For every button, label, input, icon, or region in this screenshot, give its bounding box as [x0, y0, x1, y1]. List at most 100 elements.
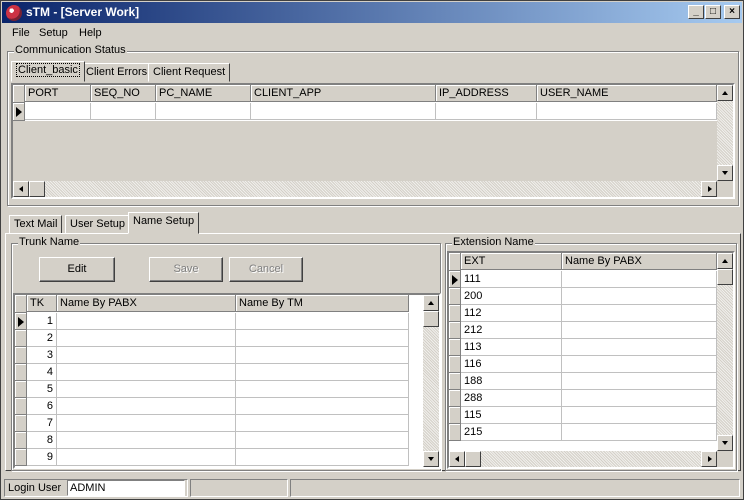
login-user-field[interactable]: ADMIN	[67, 480, 185, 496]
column-header-ext[interactable]: EXT	[461, 253, 562, 270]
scroll-right-button[interactable]	[701, 451, 717, 467]
extension-grid-hscrollbar[interactable]	[449, 451, 717, 467]
table-cell[interactable]: 200	[461, 288, 562, 305]
table-cell[interactable]	[57, 347, 236, 364]
table-cell[interactable]: 2	[27, 330, 57, 347]
cancel-button[interactable]: Cancel	[229, 257, 303, 282]
table-cell[interactable]	[57, 449, 236, 466]
table-cell[interactable]: 212	[461, 322, 562, 339]
title-bar[interactable]: sTM - [Server Work] _ □ ×	[2, 2, 742, 23]
table-cell[interactable]: 116	[461, 356, 562, 373]
table-cell[interactable]	[156, 103, 251, 120]
table-cell[interactable]	[236, 449, 409, 466]
column-header-name-by-pabx[interactable]: Name By PABX	[562, 253, 717, 270]
table-cell[interactable]	[91, 103, 156, 120]
table-cell[interactable]: 7	[27, 415, 57, 432]
row-header[interactable]	[449, 373, 461, 390]
table-cell[interactable]	[236, 415, 409, 432]
table-cell[interactable]	[562, 373, 717, 390]
table-cell[interactable]: 9	[27, 449, 57, 466]
table-cell[interactable]: 288	[461, 390, 562, 407]
trunk-grid[interactable]: TK Name By PABX Name By TM 123456789	[13, 293, 441, 469]
tab-client-basic[interactable]: Client_basic	[11, 61, 85, 82]
table-cell[interactable]	[236, 398, 409, 415]
table-cell[interactable]	[236, 330, 409, 347]
table-cell[interactable]	[57, 330, 236, 347]
current-row-indicator[interactable]	[449, 271, 461, 288]
scroll-up-button[interactable]	[423, 295, 439, 311]
minimize-button[interactable]: _	[688, 5, 704, 19]
table-cell[interactable]	[57, 415, 236, 432]
row-header[interactable]	[449, 288, 461, 305]
row-header[interactable]	[449, 424, 461, 441]
menu-file[interactable]: File	[12, 27, 30, 39]
table-cell[interactable]	[562, 407, 717, 424]
table-cell[interactable]: 215	[461, 424, 562, 441]
tab-client-request[interactable]: Client Request	[148, 63, 231, 82]
table-cell[interactable]	[251, 103, 436, 120]
client-grid-hscrollbar[interactable]	[13, 181, 717, 197]
scroll-left-button[interactable]	[449, 451, 465, 467]
table-cell[interactable]: 113	[461, 339, 562, 356]
table-cell[interactable]	[562, 322, 717, 339]
table-cell[interactable]: 188	[461, 373, 562, 390]
table-cell[interactable]: 6	[27, 398, 57, 415]
scroll-up-button[interactable]	[717, 85, 733, 101]
table-cell[interactable]	[537, 103, 717, 120]
table-cell[interactable]	[236, 432, 409, 449]
table-cell[interactable]	[562, 424, 717, 441]
column-header-name-by-pabx[interactable]: Name By PABX	[57, 295, 236, 312]
table-cell[interactable]: 115	[461, 407, 562, 424]
table-cell[interactable]: 5	[27, 381, 57, 398]
table-cell[interactable]	[562, 288, 717, 305]
tab-text-mail[interactable]: Text Mail	[9, 215, 63, 234]
row-header[interactable]	[15, 347, 27, 364]
row-header[interactable]	[449, 305, 461, 322]
client-grid-vscrollbar[interactable]	[717, 85, 733, 181]
scroll-thumb[interactable]	[465, 451, 481, 467]
scroll-up-button[interactable]	[717, 253, 733, 269]
scroll-down-button[interactable]	[423, 451, 439, 467]
tab-client-errors[interactable]: Client Errors	[81, 63, 153, 82]
extension-grid[interactable]: EXT Name By PABX 111 200 112 212 113 116 188 28…	[447, 251, 735, 469]
column-header-client-app[interactable]: CLIENT_APP	[251, 85, 436, 102]
table-cell[interactable]	[236, 364, 409, 381]
table-cell[interactable]	[57, 313, 236, 330]
menu-setup[interactable]: Setup	[39, 27, 68, 39]
table-cell[interactable]	[57, 432, 236, 449]
column-header-tk[interactable]: TK	[27, 295, 57, 312]
row-header[interactable]	[15, 415, 27, 432]
column-header-user-name[interactable]: USER_NAME	[537, 85, 717, 102]
table-cell[interactable]	[236, 381, 409, 398]
row-header[interactable]	[15, 449, 27, 466]
column-header-seq-no[interactable]: SEQ_NO	[91, 85, 156, 102]
scroll-thumb[interactable]	[717, 269, 733, 285]
table-cell[interactable]	[236, 347, 409, 364]
table-cell[interactable]	[57, 381, 236, 398]
row-header[interactable]	[15, 381, 27, 398]
scroll-left-button[interactable]	[13, 181, 29, 197]
scroll-right-button[interactable]	[701, 181, 717, 197]
tab-name-setup[interactable]: Name Setup	[128, 212, 200, 234]
edit-button[interactable]: Edit	[39, 257, 115, 282]
table-cell[interactable]	[57, 364, 236, 381]
menu-help[interactable]: Help	[79, 27, 102, 39]
table-cell[interactable]	[562, 339, 717, 356]
table-cell[interactable]: 111	[461, 271, 562, 288]
row-header[interactable]	[449, 390, 461, 407]
table-cell[interactable]	[562, 305, 717, 322]
table-cell[interactable]	[236, 313, 409, 330]
table-cell[interactable]: 8	[27, 432, 57, 449]
column-header-pc-name[interactable]: PC_NAME	[156, 85, 251, 102]
row-header[interactable]	[449, 356, 461, 373]
table-cell[interactable]	[562, 271, 717, 288]
scroll-down-button[interactable]	[717, 435, 733, 451]
scroll-thumb[interactable]	[423, 311, 439, 327]
table-cell[interactable]	[436, 103, 537, 120]
client-grid[interactable]: PORT SEQ_NO PC_NAME CLIENT_APP IP_ADDRES…	[11, 83, 735, 199]
save-button[interactable]: Save	[149, 257, 223, 282]
close-button[interactable]: ×	[724, 5, 740, 19]
row-header[interactable]	[15, 432, 27, 449]
row-header[interactable]	[449, 407, 461, 424]
column-header-ip-address[interactable]: IP_ADDRESS	[436, 85, 537, 102]
